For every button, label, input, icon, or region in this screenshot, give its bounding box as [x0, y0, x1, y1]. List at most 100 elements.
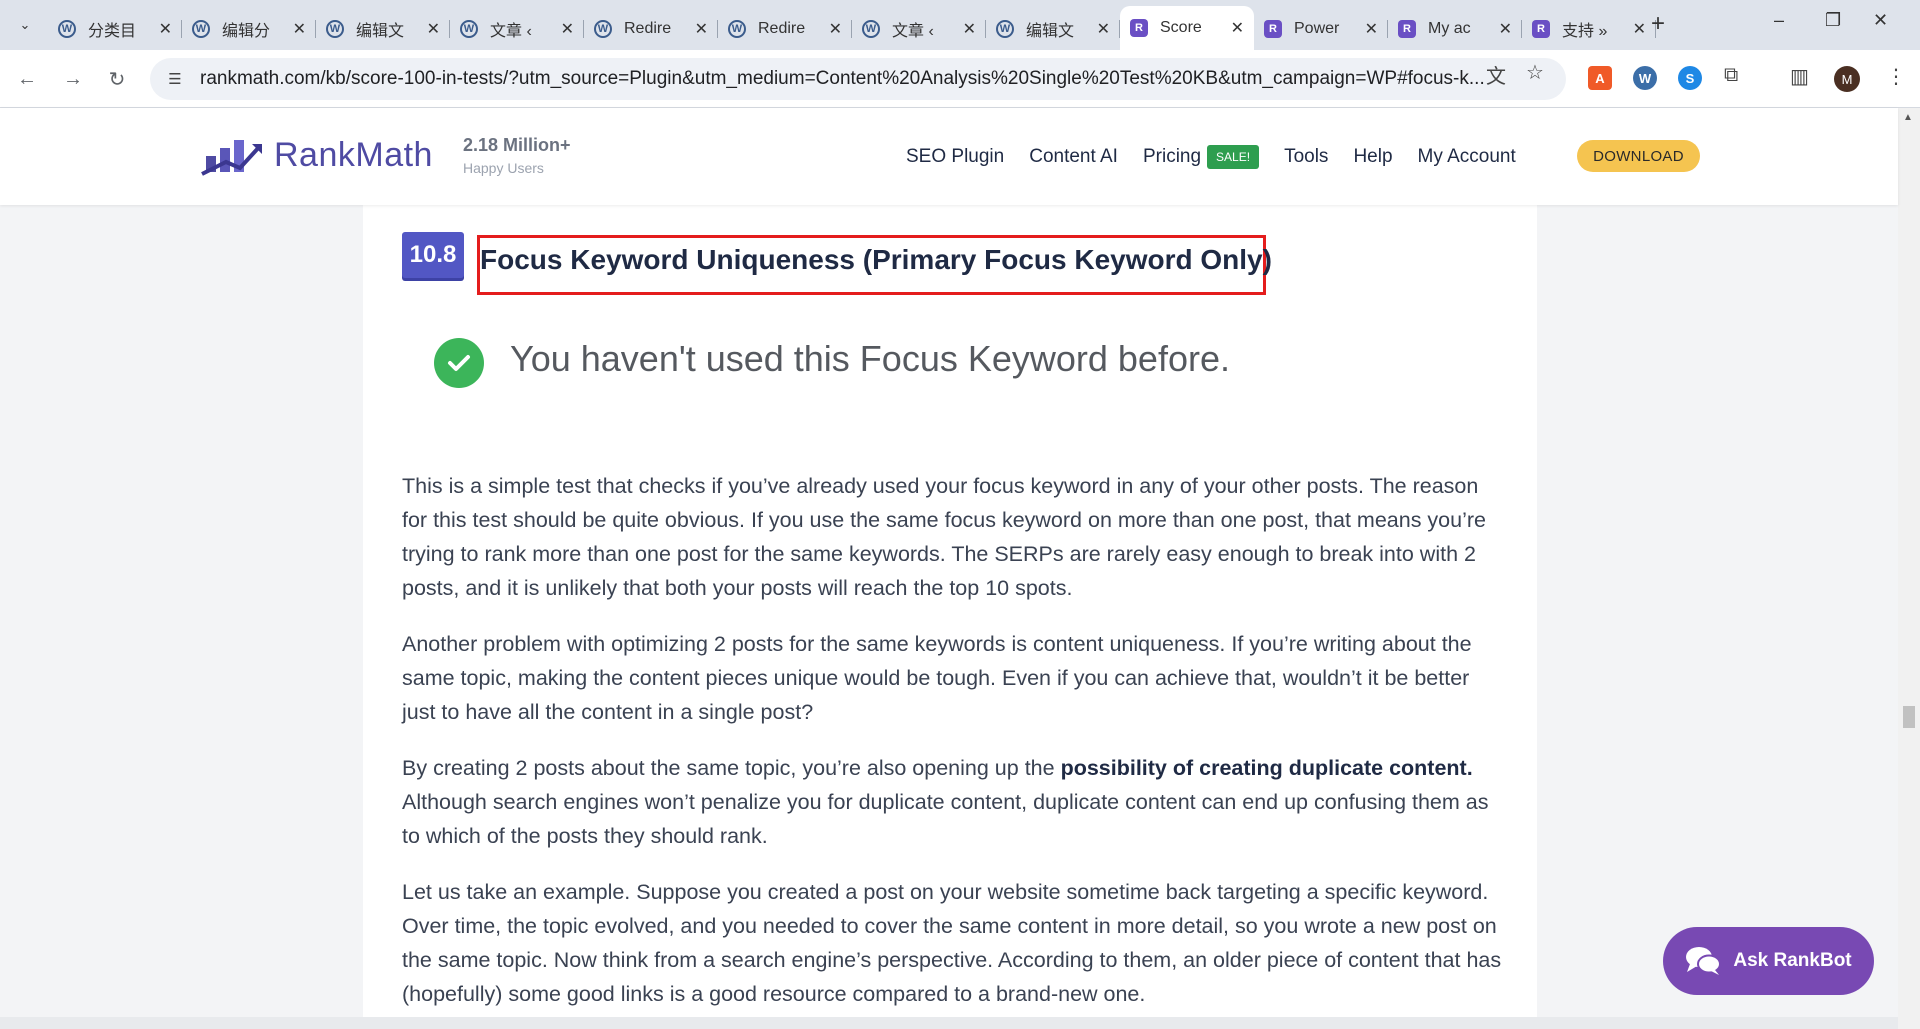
section-heading: Focus Keyword Uniqueness (Primary Focus …: [480, 244, 1272, 275]
paragraph: Another problem with optimizing 2 posts …: [402, 632, 1472, 724]
users-count: 2.18 Million+: [463, 135, 571, 155]
rankmath-favicon-icon: R: [1264, 20, 1282, 38]
nav-pricing[interactable]: Pricing SALE!: [1142, 145, 1260, 169]
tab-close-icon[interactable]: ✕: [1097, 19, 1110, 39]
tab-close-icon[interactable]: ✕: [1633, 19, 1646, 39]
nav-tools[interactable]: Tools: [1284, 146, 1328, 168]
nav-help[interactable]: Help: [1353, 146, 1392, 168]
tab-close-icon[interactable]: ✕: [427, 19, 440, 39]
browser-tab[interactable]: W Redire ✕: [718, 10, 852, 48]
new-tab-icon[interactable]: +: [1651, 10, 1665, 38]
extensions-puzzle-icon[interactable]: ⧉: [1724, 64, 1738, 87]
browser-tab[interactable]: W 文章 ‹ ✕: [852, 10, 986, 48]
sale-badge: SALE!: [1207, 145, 1260, 169]
paragraph: This is a simple test that checks if you…: [402, 474, 1486, 600]
tab-title: 文章 ‹: [490, 23, 532, 40]
extension-translate-icon[interactable]: A: [1588, 66, 1612, 90]
article-body: This is a simple test that checks if you…: [402, 469, 1506, 1029]
chat-bubbles-icon: [1686, 947, 1722, 975]
tab-close-icon[interactable]: ✕: [159, 19, 172, 39]
restore-icon[interactable]: ❐: [1825, 10, 1841, 31]
browser-tab[interactable]: R My ac ✕: [1388, 10, 1522, 48]
rankmath-favicon-icon: R: [1130, 19, 1148, 37]
bookmark-star-icon[interactable]: ☆: [1526, 60, 1544, 85]
rankmath-logo-icon: [201, 140, 262, 176]
browser-toolbar: ← → ↻ ☰ rankmath.com/kb/score-100-in-tes…: [0, 50, 1920, 108]
tab-close-icon[interactable]: ✕: [829, 19, 842, 39]
wordpress-favicon-icon: W: [594, 20, 612, 38]
tab-close-icon[interactable]: ✕: [963, 19, 976, 39]
nav-content-ai[interactable]: Content AI: [1029, 146, 1118, 168]
tab-title: 文章 ‹: [892, 23, 934, 40]
browser-tab[interactable]: W 分类目 ✕: [48, 10, 182, 48]
tab-close-icon[interactable]: ✕: [1499, 19, 1512, 39]
nav-seo-plugin[interactable]: SEO Plugin: [906, 146, 1004, 168]
browser-tab[interactable]: W 编辑分 ✕: [182, 10, 316, 48]
wordpress-favicon-icon: W: [58, 20, 76, 38]
shazam-extension-icon[interactable]: S: [1678, 66, 1702, 90]
paragraph-text: By creating 2 posts about the same topic…: [402, 756, 1061, 780]
address-bar[interactable]: ☰ rankmath.com/kb/score-100-in-tests/?ut…: [150, 58, 1566, 100]
section-heading-highlight: Focus Keyword Uniqueness (Primary Focus …: [477, 235, 1272, 295]
profile-avatar[interactable]: M: [1834, 66, 1860, 92]
wordpress-favicon-icon: W: [862, 20, 880, 38]
browser-tab[interactable]: W Redire ✕: [584, 10, 718, 48]
download-button[interactable]: DOWNLOAD: [1577, 140, 1700, 172]
check-circle-icon: [434, 338, 484, 388]
tab-title: 分类目: [88, 23, 137, 40]
browser-tab[interactable]: W 编辑文 ✕: [986, 10, 1120, 48]
browser-tab[interactable]: R Score ✕: [1120, 6, 1254, 50]
tab-close-icon[interactable]: ✕: [1231, 18, 1244, 38]
browser-menu-icon[interactable]: ⋮: [1886, 64, 1906, 89]
translate-icon[interactable]: 文: [1486, 60, 1506, 89]
tab-close-icon[interactable]: ✕: [695, 19, 708, 39]
browser-tab[interactable]: R 支持 » ✕: [1522, 10, 1656, 48]
url-host: rankmath.com: [200, 68, 321, 89]
url-text[interactable]: rankmath.com/kb/score-100-in-tests/?utm_…: [200, 68, 1490, 90]
paragraph: By creating 2 posts about the same topic…: [402, 751, 1506, 853]
main-nav: SEO Plugin Content AI Pricing SALE! Tools…: [906, 145, 1541, 169]
section-number-badge: 10.8: [402, 232, 464, 278]
tab-title: Redire: [758, 20, 806, 37]
wordpress-favicon-icon: W: [996, 20, 1014, 38]
ask-rankbot-button[interactable]: Ask RankBot: [1663, 927, 1874, 995]
close-window-icon[interactable]: ✕: [1873, 10, 1888, 31]
article-content: 10.8 Focus Keyword Uniqueness (Primary F…: [363, 205, 1537, 1029]
status-bar: [0, 1017, 1898, 1029]
site-header: RankMath 2.18 Million+ Happy Users SEO P…: [0, 108, 1898, 205]
tab-search-icon[interactable]: ⌄: [10, 10, 40, 40]
url-path: /kb/score-100-in-tests/?utm_source=Plugi…: [320, 68, 1485, 89]
rankmath-logo[interactable]: RankMath: [200, 134, 433, 176]
scrollbar-thumb[interactable]: [1903, 706, 1915, 728]
tab-title: Redire: [624, 20, 672, 37]
site-info-icon[interactable]: ☰: [164, 68, 186, 90]
browser-tab[interactable]: W 文章 ‹ ✕: [450, 10, 584, 48]
scroll-up-icon[interactable]: ▲: [1903, 112, 1913, 123]
tab-close-icon[interactable]: ✕: [1365, 19, 1378, 39]
browser-tab[interactable]: R Power ✕: [1254, 10, 1388, 48]
rankmath-favicon-icon: R: [1532, 20, 1550, 38]
nav-pricing-label: Pricing: [1142, 146, 1202, 168]
nav-my-account[interactable]: My Account: [1418, 146, 1516, 168]
reload-icon[interactable]: ↻: [102, 64, 132, 94]
tab-title: Power: [1294, 20, 1340, 37]
page-scrollbar[interactable]: ▲: [1898, 108, 1920, 1029]
tab-list: W 分类目 ✕ W 编辑分 ✕ W 编辑文 ✕ W 文章 ‹ ✕ W Redire ✕ W Redire ✕ W 文章…: [48, 6, 1656, 50]
tab-title: 编辑文: [356, 23, 405, 40]
check-result-message: You haven't used this Focus Keyword befo…: [510, 338, 1230, 379]
back-icon[interactable]: ←: [12, 64, 42, 94]
rankmath-favicon-icon: R: [1398, 20, 1416, 38]
paragraph: Let us take an example. Suppose you crea…: [402, 880, 1502, 1006]
users-label: Happy Users: [463, 160, 544, 176]
paragraph-bold-text: possibility of creating duplicate conten…: [1060, 756, 1473, 780]
wordpress-favicon-icon: W: [326, 20, 344, 38]
browser-tab[interactable]: W 编辑文 ✕: [316, 10, 450, 48]
wordpress-extension-icon[interactable]: W: [1633, 66, 1657, 90]
tab-close-icon[interactable]: ✕: [561, 19, 574, 39]
minimize-icon[interactable]: –: [1774, 10, 1784, 31]
happy-users-stat: 2.18 Million+ Happy Users: [463, 135, 571, 176]
tab-close-icon[interactable]: ✕: [293, 19, 306, 39]
side-panel-icon[interactable]: ▥: [1790, 64, 1809, 89]
forward-icon[interactable]: →: [58, 64, 88, 94]
tab-title: My ac: [1428, 20, 1471, 37]
